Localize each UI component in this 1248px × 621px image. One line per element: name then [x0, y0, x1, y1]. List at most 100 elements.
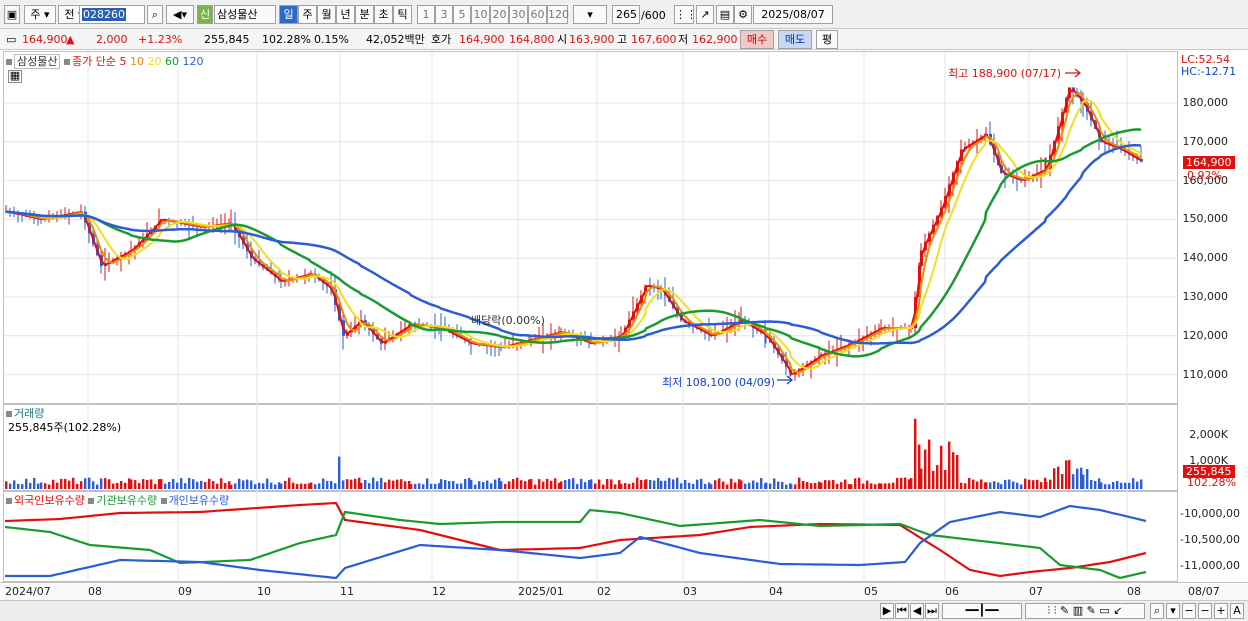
volume-bar: [993, 481, 996, 489]
volume-bar: [1045, 481, 1048, 489]
volume-bar: [1120, 482, 1123, 489]
legend-box: [6, 498, 12, 504]
volume-bar: [216, 483, 219, 489]
volume-bar: [292, 482, 295, 489]
volume-bar: [572, 478, 575, 489]
volume-bar: [504, 483, 507, 489]
volume-bar: [700, 478, 703, 489]
volume-bar: [29, 482, 32, 489]
play-icon[interactable]: ▶: [880, 603, 894, 619]
volume-bar: [1000, 484, 1003, 489]
legend-box: [6, 411, 12, 417]
volume-bar: [376, 481, 379, 489]
volume-bar: [820, 482, 823, 489]
volume-bar: [1065, 460, 1068, 489]
volume-value-label: 255,845주(102.28%): [8, 421, 122, 434]
volume-bar: [44, 483, 47, 489]
volume-bar: [426, 478, 429, 489]
volume-bar: [836, 483, 839, 489]
volume-bar: [936, 465, 939, 489]
volume-bar: [330, 480, 333, 489]
volume-bar: [464, 479, 467, 489]
volume-bar: [196, 481, 199, 489]
volume-bar: [364, 480, 367, 489]
volume-bar: [146, 479, 149, 489]
volume-bar: [180, 478, 183, 489]
volume-bar: [964, 483, 967, 489]
y-tick-label: -11,000,00: [1180, 559, 1240, 572]
volume-bar: [470, 479, 473, 489]
x-axis-date: 08/07: [1188, 585, 1220, 598]
volume-bar: [284, 480, 287, 489]
volume-bar: [1061, 474, 1064, 489]
volume-bar: [880, 483, 883, 489]
volume-bar: [92, 481, 95, 489]
table-icon[interactable]: ▦: [8, 70, 22, 83]
y-tick-label: 140,000: [1182, 251, 1229, 265]
chevron-down-icon[interactable]: ▾: [1166, 603, 1180, 619]
volume-bar: [130, 479, 133, 489]
y-tick-label: -10,500,00: [1180, 533, 1240, 546]
current-price-pct: 0.92%: [1187, 169, 1222, 182]
volume-bar: [1132, 478, 1135, 489]
volume-bar: [554, 478, 557, 489]
volume-bar: [1076, 468, 1079, 489]
first-icon[interactable]: ⏮: [895, 603, 909, 619]
volume-bar: [124, 482, 127, 489]
plus-icon[interactable]: +: [1214, 603, 1228, 619]
volume-bar: [160, 479, 163, 489]
zoom-icon[interactable]: ⌕: [1150, 603, 1164, 619]
holdings-line: [5, 504, 1147, 580]
volume-bar: [396, 479, 399, 489]
moving-average-line: [5, 144, 1142, 345]
volume-bar: [534, 484, 537, 489]
ma-period-label: 60: [161, 55, 179, 68]
chart-canvas[interactable]: [0, 0, 1248, 600]
volume-bar: [976, 481, 979, 489]
volume-bar: [404, 481, 407, 489]
x-tick-label: 2025/01: [518, 585, 564, 598]
volume-bar: [948, 441, 951, 489]
volume-bar: [192, 479, 195, 489]
indicator-icons[interactable]: ⫶ ⫶ ✎ ▥ ✎ ▭ ↙: [1025, 603, 1145, 619]
volume-bar: [1012, 481, 1015, 489]
volume-bar: [494, 479, 497, 489]
y-tick-label: 2,000K: [1189, 428, 1228, 441]
current-price-tag: 164,900: [1183, 156, 1235, 169]
volume-bar: [584, 482, 587, 489]
legend-box: [88, 498, 95, 504]
volume-bar: [288, 477, 291, 489]
volume-bar: [338, 456, 341, 489]
zoom-slider[interactable]: ━━┃━━: [942, 603, 1022, 619]
volume-bar: [620, 483, 623, 489]
last-icon[interactable]: ⏭: [925, 603, 939, 619]
volume-bar: [924, 449, 927, 489]
volume-bar: [657, 478, 660, 489]
x-tick-label: 08: [1127, 585, 1141, 598]
volume-bar: [270, 482, 273, 489]
volume-bar: [952, 452, 955, 489]
volume-bar: [888, 483, 891, 489]
volume-bar: [452, 480, 455, 489]
volume-bar: [380, 477, 383, 489]
volume-bar: [184, 483, 187, 489]
volume-bar: [904, 477, 907, 489]
prev-icon[interactable]: ◀: [910, 603, 924, 619]
holdings-series-label: 개인보유수량: [168, 494, 230, 507]
volume-bar: [884, 483, 887, 489]
volume-bar: [52, 479, 55, 489]
holdings-series-label: 기관보유수량: [96, 494, 161, 507]
price-legend: 삼성물산 종가 단순 5 10 20 60 120: [6, 53, 203, 69]
volume-bar: [748, 482, 751, 489]
font-size-icon[interactable]: A: [1230, 603, 1244, 619]
y-tick-label: 130,000: [1182, 290, 1229, 303]
zoom-out-icon[interactable]: −: [1182, 603, 1196, 619]
volume-bar: [628, 483, 631, 489]
minus-icon[interactable]: −: [1198, 603, 1212, 619]
volume-bar: [40, 482, 43, 489]
x-tick-label: 06: [945, 585, 959, 598]
legend-box: [63, 59, 70, 65]
volume-bar: [1082, 474, 1085, 489]
volume-bar: [296, 483, 299, 489]
y-tick-label: 150,000: [1182, 212, 1229, 226]
